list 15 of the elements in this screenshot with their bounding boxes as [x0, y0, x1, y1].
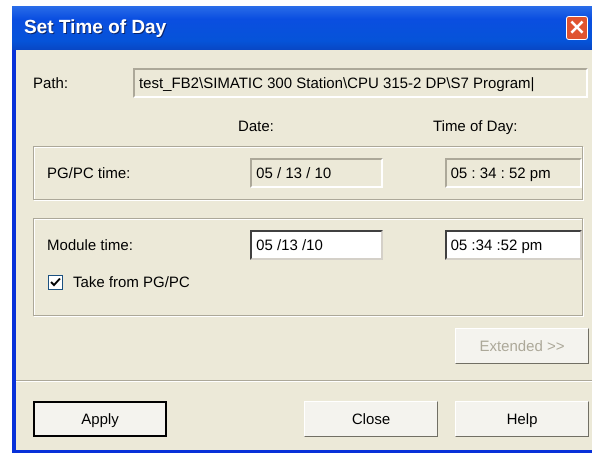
module-time-label: Module time: [46, 236, 134, 254]
time-field[interactable]: 05 :34 :52 pm [444, 230, 582, 260]
checkbox-label: Take from PG/PC [73, 274, 190, 291]
apply-button[interactable]: Apply [33, 401, 167, 437]
time-header: Time of Day: [433, 118, 518, 135]
checkbox[interactable] [48, 275, 63, 290]
path-field[interactable]: test_FB2\SIMATIC 300 Station\CPU 315-2 DP\S7 Program| [133, 68, 588, 98]
pg-pc-time-label: PG/PC time: [46, 164, 132, 182]
path-label: Path: [33, 74, 70, 92]
date-header: Date: [238, 118, 274, 135]
window-title: Set Time of Day [24, 17, 166, 39]
close-dialog-button[interactable]: Close [304, 401, 438, 437]
date-field[interactable]: 05 /13 /10 [250, 230, 383, 260]
help-button[interactable]: Help [455, 401, 589, 437]
close-button[interactable]: × [566, 16, 588, 40]
